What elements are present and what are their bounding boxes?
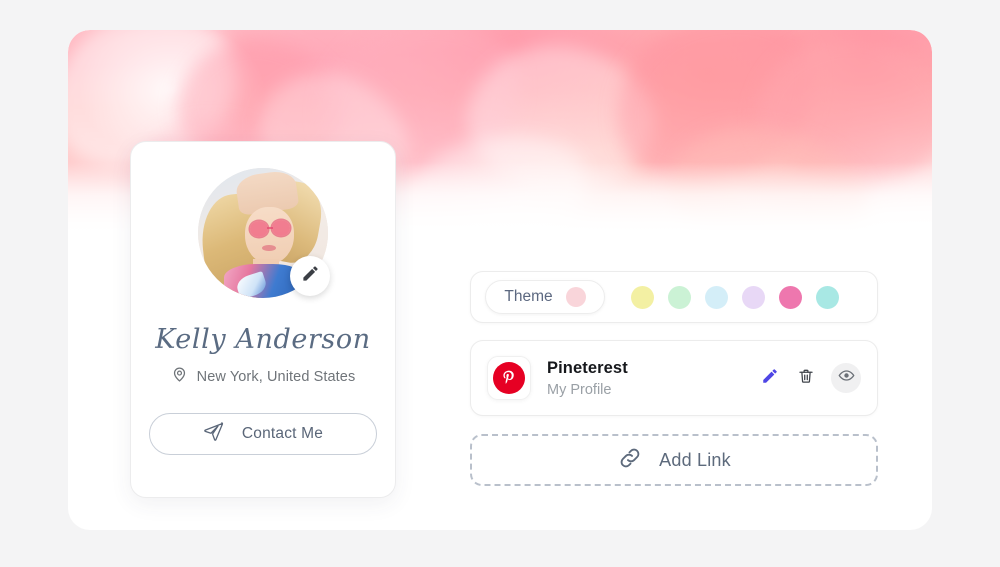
profile-location-label: New York, United States [196, 368, 356, 385]
add-link-label: Add Link [659, 449, 731, 470]
theme-swatch-sky[interactable] [705, 285, 728, 309]
link-item-row: Pineterest My Profile [470, 340, 878, 416]
eye-icon [838, 367, 855, 389]
links-panel: Theme Pineterest My Profile Add Link [470, 271, 878, 486]
theme-swatch-turquoise[interactable] [816, 285, 839, 309]
link-text-block: Pineterest My Profile [547, 359, 759, 398]
profile-location: New York, United States [171, 366, 356, 387]
theme-swatch-pink[interactable] [779, 285, 802, 309]
contact-me-label: Contact Me [241, 425, 324, 442]
pencil-icon [761, 367, 779, 390]
theme-swatch-list [631, 285, 839, 309]
theme-selector-row: Theme [470, 271, 878, 323]
profile-card: Kelly Anderson New York, United States C… [130, 141, 396, 498]
app-card: Kelly Anderson New York, United States C… [68, 30, 932, 530]
link-title: Pineterest [547, 358, 628, 377]
theme-label: Theme [504, 288, 553, 305]
theme-swatch-mint[interactable] [668, 285, 691, 309]
map-pin-icon [171, 366, 188, 387]
add-link-button[interactable]: Add Link [470, 434, 878, 486]
pinterest-icon [487, 356, 531, 400]
profile-name: Kelly Anderson [155, 324, 371, 355]
pencil-icon [301, 264, 320, 288]
link-subtitle: My Profile [547, 381, 612, 398]
link-actions [759, 363, 861, 393]
theme-swatch-yellow[interactable] [631, 285, 654, 309]
send-plane-icon [203, 421, 224, 447]
toggle-visibility-button[interactable] [831, 363, 861, 393]
chain-link-icon [617, 445, 643, 476]
contact-me-button[interactable]: Contact Me [149, 413, 377, 455]
theme-swatch-lavender[interactable] [742, 285, 765, 309]
avatar-edit-button[interactable] [290, 256, 330, 296]
avatar-wrapper [198, 168, 330, 298]
theme-toggle-pill[interactable]: Theme [485, 280, 605, 314]
delete-link-button[interactable] [795, 367, 817, 389]
edit-link-button[interactable] [759, 367, 781, 389]
theme-selected-swatch [565, 287, 586, 307]
trash-icon [797, 367, 815, 390]
